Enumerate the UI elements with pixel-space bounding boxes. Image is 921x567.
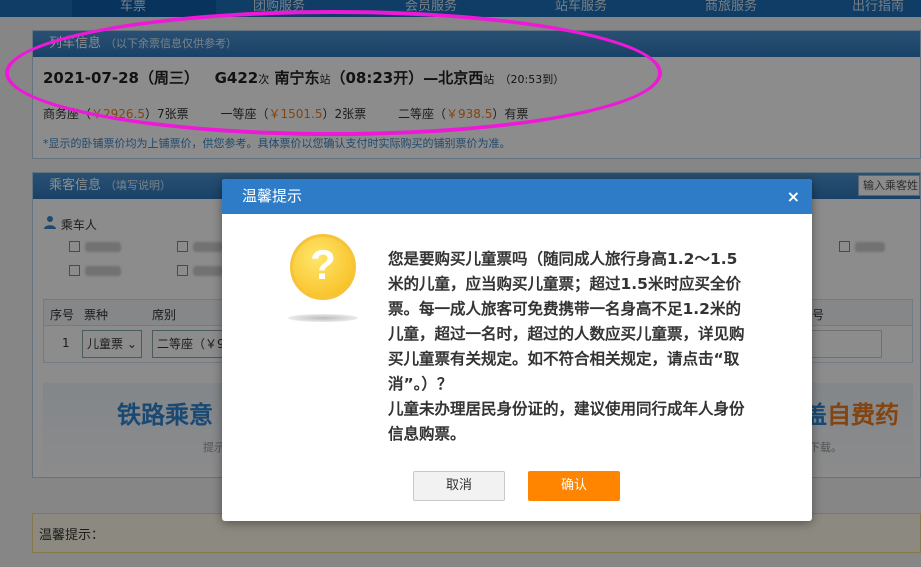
dialog-title: 温馨提示 <box>242 187 303 205</box>
cancel-button[interactable]: 取消 <box>413 471 505 501</box>
child-ticket-dialog: 温馨提示 × ? 您是要购买儿童票吗（随同成人旅行身高1.2～1.5米的儿童，应… <box>222 179 812 521</box>
confirm-button[interactable]: 确认 <box>528 471 620 501</box>
question-glyph: ? <box>310 241 336 288</box>
close-icon[interactable]: × <box>787 179 800 214</box>
dialog-message-main: 您是要购买儿童票吗（随同成人旅行身高1.2～1.5米的儿童，应当购买儿童票；超过… <box>388 250 745 393</box>
icon-shadow <box>288 314 358 322</box>
dialog-message: 您是要购买儿童票吗（随同成人旅行身高1.2～1.5米的儿童，应当购买儿童票；超过… <box>388 247 748 447</box>
dialog-header: 温馨提示 × <box>222 179 812 214</box>
dialog-message-id-note: 儿童未办理居民身份证的，建议使用同行成年人身份信息购票。 <box>388 400 745 443</box>
question-icon: ? <box>290 234 356 300</box>
